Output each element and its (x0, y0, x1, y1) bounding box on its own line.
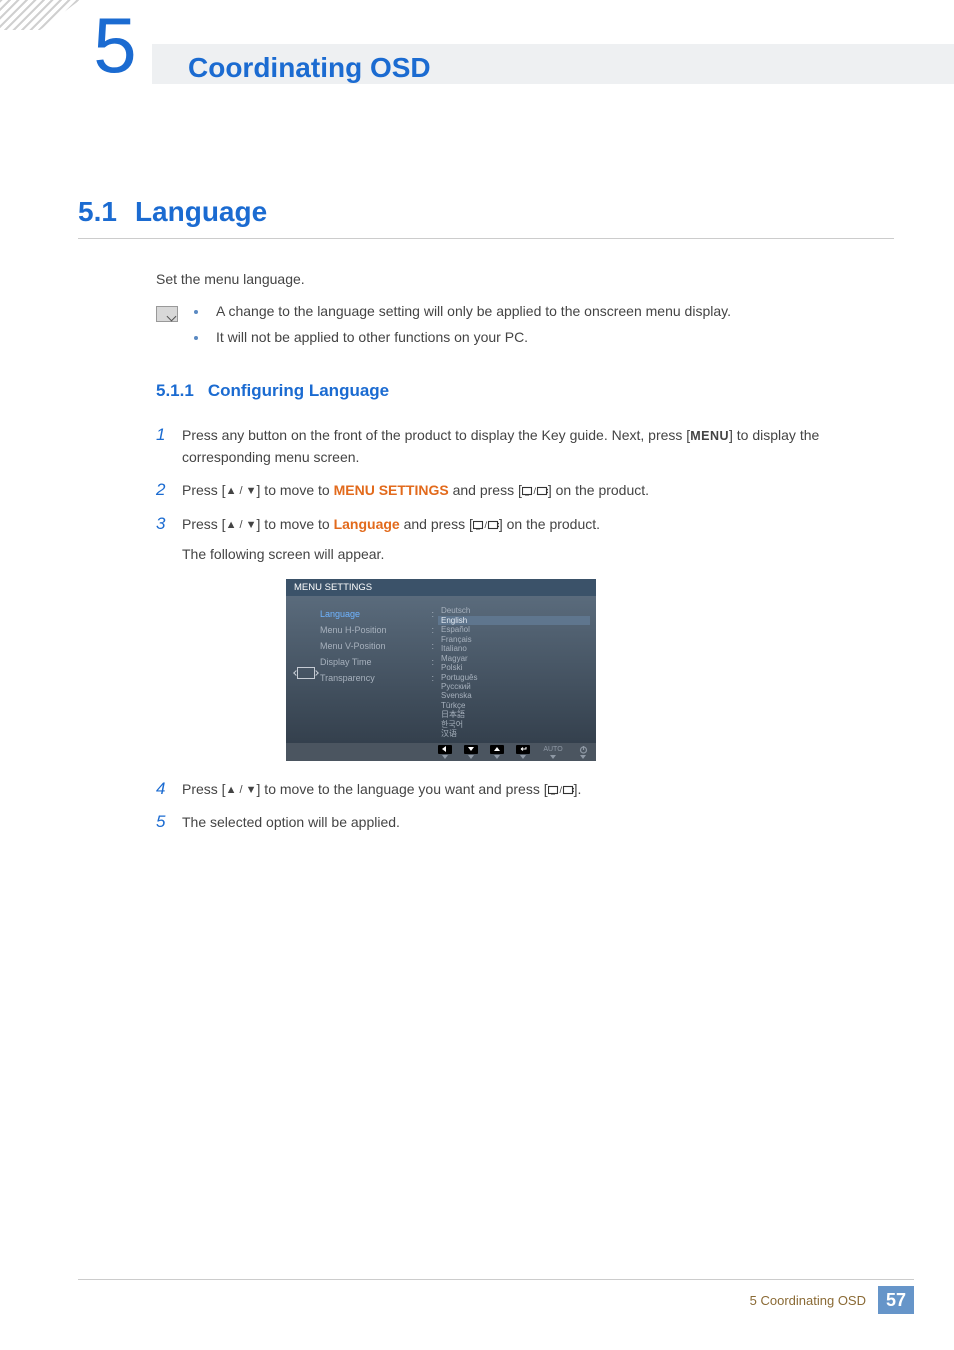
osd-lang-selected: English (438, 616, 590, 625)
subsection-title: Configuring Language (208, 381, 389, 400)
up-down-icon: ▲ / ▼ (226, 485, 257, 497)
osd-item: Menu V-Position: (320, 638, 434, 654)
highlight-term: Language (334, 516, 400, 532)
step-2: 2 Press [▲ / ▼] to move to MENU SETTINGS… (156, 480, 894, 502)
section-title: Language (135, 196, 267, 227)
step-text: Press [ (182, 781, 226, 797)
step-1: 1 Press any button on the front of the p… (156, 425, 894, 468)
osd-item-selected: Language: (320, 606, 434, 622)
osd-lang: Русский (438, 682, 590, 691)
section-intro: Set the menu language. (156, 271, 894, 287)
highlight-term: MENU SETTINGS (334, 482, 449, 498)
osd-lang: Deutsch (438, 606, 590, 615)
osd-item: Display Time: (320, 654, 434, 670)
step-text: and press [ (400, 516, 473, 532)
hint-power-icon (576, 745, 590, 759)
svg-text:/: / (533, 486, 536, 496)
step-text: ] to move to the language you want and p… (257, 781, 548, 797)
osd-lang: Svenska (438, 691, 590, 700)
osd-lang: 日本語 (438, 710, 590, 719)
hint-up-icon (490, 745, 504, 759)
step-list: 1 Press any button on the front of the p… (156, 425, 894, 565)
step-text: and press [ (449, 482, 522, 498)
step-text: Press any button on the front of the pro… (182, 427, 690, 443)
step-4: 4 Press [▲ / ▼] to move to the language … (156, 779, 894, 801)
section-number: 5.1 (78, 196, 117, 227)
osd-lang: Türkçe (438, 701, 590, 710)
osd-lang: Italiano (438, 644, 590, 653)
enter-source-icon: / (522, 482, 548, 498)
subsection-heading: 5.1.1 Configuring Language (156, 381, 894, 401)
osd-category-icon (292, 606, 320, 738)
note-item: It will not be applied to other function… (194, 329, 894, 345)
step-subtext: The following screen will appear. (182, 544, 894, 566)
section-heading: 5.1 Language (78, 196, 894, 239)
chapter-title: Coordinating OSD (188, 52, 431, 84)
step-3: 3 Press [▲ / ▼] to move to Language and … (156, 514, 894, 565)
hint-auto-label: AUTO (542, 745, 564, 759)
enter-source-icon: / (548, 781, 574, 797)
osd-item: Menu H-Position: (320, 622, 434, 638)
step-number: 1 (156, 425, 182, 468)
footer-text: 5 Coordinating OSD (750, 1293, 866, 1308)
hint-down-icon (464, 745, 478, 759)
step-number: 5 (156, 812, 182, 834)
page-number: 57 (878, 1286, 914, 1314)
svg-text:/: / (484, 520, 487, 530)
step-number: 3 (156, 514, 182, 565)
chapter-number: 5 (78, 6, 152, 96)
osd-title: MENU SETTINGS (286, 579, 596, 596)
note-item: A change to the language setting will on… (194, 303, 894, 319)
hint-back-icon (438, 745, 452, 759)
menu-label: MENU (690, 429, 729, 443)
osd-lang: Português (438, 673, 590, 682)
up-down-icon: ▲ / ▼ (226, 519, 257, 531)
osd-lang: Español (438, 625, 590, 634)
step-text: ] on the product. (499, 516, 600, 532)
step-5: 5 The selected option will be applied. (156, 812, 894, 834)
svg-text:/: / (559, 785, 562, 795)
hint-enter-icon (516, 745, 530, 759)
osd-lang: Magyar (438, 654, 590, 663)
osd-screenshot: MENU SETTINGS Language: Menu H-Position:… (286, 579, 596, 760)
page-footer: 5 Coordinating OSD 57 (78, 1279, 914, 1314)
osd-lang: Polski (438, 663, 590, 672)
osd-hint-bar: AUTO (286, 743, 596, 761)
osd-item: Transparency: (320, 670, 434, 686)
step-number: 2 (156, 480, 182, 502)
enter-source-icon: / (473, 516, 499, 532)
chapter-header: 5 Coordinating OSD (0, 30, 954, 100)
note-list: A change to the language setting will on… (194, 303, 894, 355)
step-text: ] to move to (257, 516, 334, 532)
osd-language-list: Deutsch English Español Français Italian… (438, 606, 590, 738)
step-text: The selected option will be applied. (182, 814, 400, 830)
step-text: ] to move to (257, 482, 334, 498)
osd-lang: 한국어 (438, 720, 590, 729)
step-text: ] on the product. (548, 482, 649, 498)
osd-lang: Français (438, 635, 590, 644)
step-text: Press [ (182, 482, 226, 498)
step-text: Press [ (182, 516, 226, 532)
osd-lang: 汉语 (438, 729, 590, 738)
up-down-icon: ▲ / ▼ (226, 784, 257, 796)
subsection-number: 5.1.1 (156, 381, 194, 400)
step-text: ]. (574, 781, 582, 797)
step-number: 4 (156, 779, 182, 801)
step-list-cont: 4 Press [▲ / ▼] to move to the language … (156, 779, 894, 834)
osd-menu-items: Language: Menu H-Position: Menu V-Positi… (320, 606, 438, 738)
note-icon (156, 306, 178, 322)
